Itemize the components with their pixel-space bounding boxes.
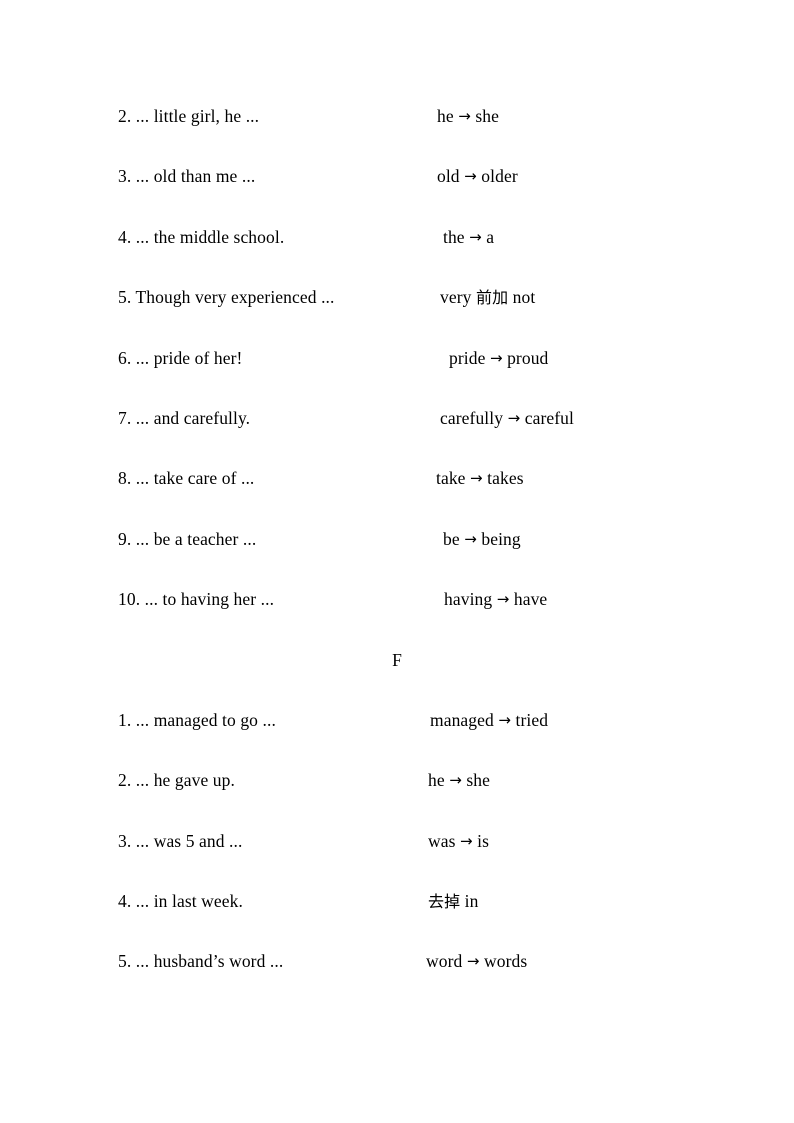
original-word: very xyxy=(440,287,476,308)
answer-row: 3. ... was 5 and ... was → is xyxy=(0,830,794,890)
correction-answer: carefully → careful xyxy=(440,407,574,429)
corrected-word: she xyxy=(461,770,490,791)
corrected-word: a xyxy=(481,226,495,247)
right-arrow-icon: → xyxy=(449,771,462,790)
correction-answer: take → takes xyxy=(436,467,524,489)
question-text: 9. ... be a teacher ... xyxy=(118,528,257,549)
corrected-word: tried xyxy=(511,709,549,730)
right-arrow-icon: → xyxy=(489,348,503,367)
answer-row: 4. ... the middle school. the → a xyxy=(0,226,794,286)
right-arrow-icon: → xyxy=(460,831,473,850)
corrected-word: being xyxy=(476,528,521,549)
chinese-instruction: 去掉 xyxy=(428,892,461,912)
correction-answer: was → is xyxy=(428,830,489,852)
right-arrow-icon: → xyxy=(466,952,480,971)
question-text: 5. Though very experienced ... xyxy=(118,287,335,308)
section-heading: F xyxy=(0,649,794,709)
question-text: 3. ... was 5 and ... xyxy=(118,830,243,851)
answer-row: 3. ... old than me ... old → older xyxy=(0,165,794,225)
right-arrow-icon: → xyxy=(507,408,521,427)
original-word: he xyxy=(437,106,459,126)
correction-answer: very 前加 not xyxy=(440,286,535,309)
correction-answer: old → older xyxy=(437,165,518,187)
question-text: 1. ... managed to go ... xyxy=(118,709,276,730)
answer-row: 6. ... pride of her! pride → proud xyxy=(0,347,794,407)
corrected-word: proud xyxy=(502,347,549,368)
answer-row: 2. ... he gave up. he → she xyxy=(0,769,794,829)
answer-row: 5. Though very experienced ... very 前加 no… xyxy=(0,286,794,346)
original-word: carefully xyxy=(440,407,508,428)
corrected-word: words xyxy=(479,951,528,972)
corrected-word: she xyxy=(470,106,499,126)
question-text: 6. ... pride of her! xyxy=(118,347,243,368)
answer-row: 4. ... in last week. 去掉 in xyxy=(0,890,794,950)
section-heading-label: F xyxy=(392,649,402,670)
answer-row: 5. ... husband’s word ... word → words xyxy=(0,950,794,1010)
correction-answer: managed → tried xyxy=(430,709,548,731)
worksheet-content: 2. ... little girl, he ... he → she 3. ...… xyxy=(0,105,794,1011)
original-word: he xyxy=(428,770,450,791)
question-text: 10. ... to having her ... xyxy=(118,589,275,610)
correction-answer: be → being xyxy=(443,528,521,550)
right-arrow-icon: → xyxy=(458,107,471,125)
corrected-word: is xyxy=(472,830,490,851)
right-arrow-icon: → xyxy=(464,529,477,548)
right-arrow-icon: → xyxy=(464,167,477,186)
correction-answer: he → she xyxy=(437,105,499,127)
chinese-instruction: 前加 xyxy=(475,288,509,308)
question-text: 8. ... take care of ... xyxy=(118,468,255,489)
question-text: 2. ... he gave up. xyxy=(118,770,235,791)
question-text: 3. ... old than me ... xyxy=(118,166,256,187)
right-arrow-icon: → xyxy=(496,590,510,609)
corrected-word: have xyxy=(509,589,548,610)
original-word: pride xyxy=(449,347,490,368)
answer-row: 8. ... take care of ... take → takes xyxy=(0,467,794,527)
original-word: be xyxy=(443,528,465,549)
corrected-word: careful xyxy=(520,407,574,428)
original-word: take xyxy=(436,468,471,489)
original-word: was xyxy=(428,830,460,851)
question-text: 7. ... and carefully. xyxy=(118,407,251,428)
correction-answer: the → a xyxy=(443,226,494,248)
answer-row: 7. ... and carefully. carefully → careful xyxy=(0,407,794,467)
original-word: old xyxy=(437,166,465,187)
correction-answer: 去掉 in xyxy=(428,890,479,913)
corrected-word: not xyxy=(508,287,536,308)
question-text: 4. ... the middle school. xyxy=(118,226,285,247)
original-word: the xyxy=(443,226,470,247)
correction-answer: he → she xyxy=(428,769,490,791)
right-arrow-icon: → xyxy=(469,227,482,246)
original-word: word xyxy=(426,951,467,972)
corrected-word: takes xyxy=(482,468,524,489)
corrected-word: in xyxy=(460,891,479,912)
answer-row: 10. ... to having her ... having → have xyxy=(0,588,794,648)
answer-row: 9. ... be a teacher ... be → being xyxy=(0,528,794,588)
correction-answer: having → have xyxy=(444,588,547,610)
correction-answer: word → words xyxy=(426,950,527,972)
original-word: having xyxy=(444,589,497,610)
correction-answer: pride → proud xyxy=(449,347,548,369)
right-arrow-icon: → xyxy=(498,710,512,729)
answer-row: 1. ... managed to go ... managed → tried xyxy=(0,709,794,769)
answer-row: 2. ... little girl, he ... he → she xyxy=(0,105,794,165)
question-text: 5. ... husband’s word ... xyxy=(118,951,284,972)
original-word: managed xyxy=(430,709,499,730)
question-text: 4. ... in last week. xyxy=(118,891,243,912)
corrected-word: older xyxy=(476,166,518,187)
right-arrow-icon: → xyxy=(470,469,483,488)
document-page: 2. ... little girl, he ... he → she 3. ...… xyxy=(0,0,794,1123)
question-text: 2. ... little girl, he ... xyxy=(118,106,260,126)
